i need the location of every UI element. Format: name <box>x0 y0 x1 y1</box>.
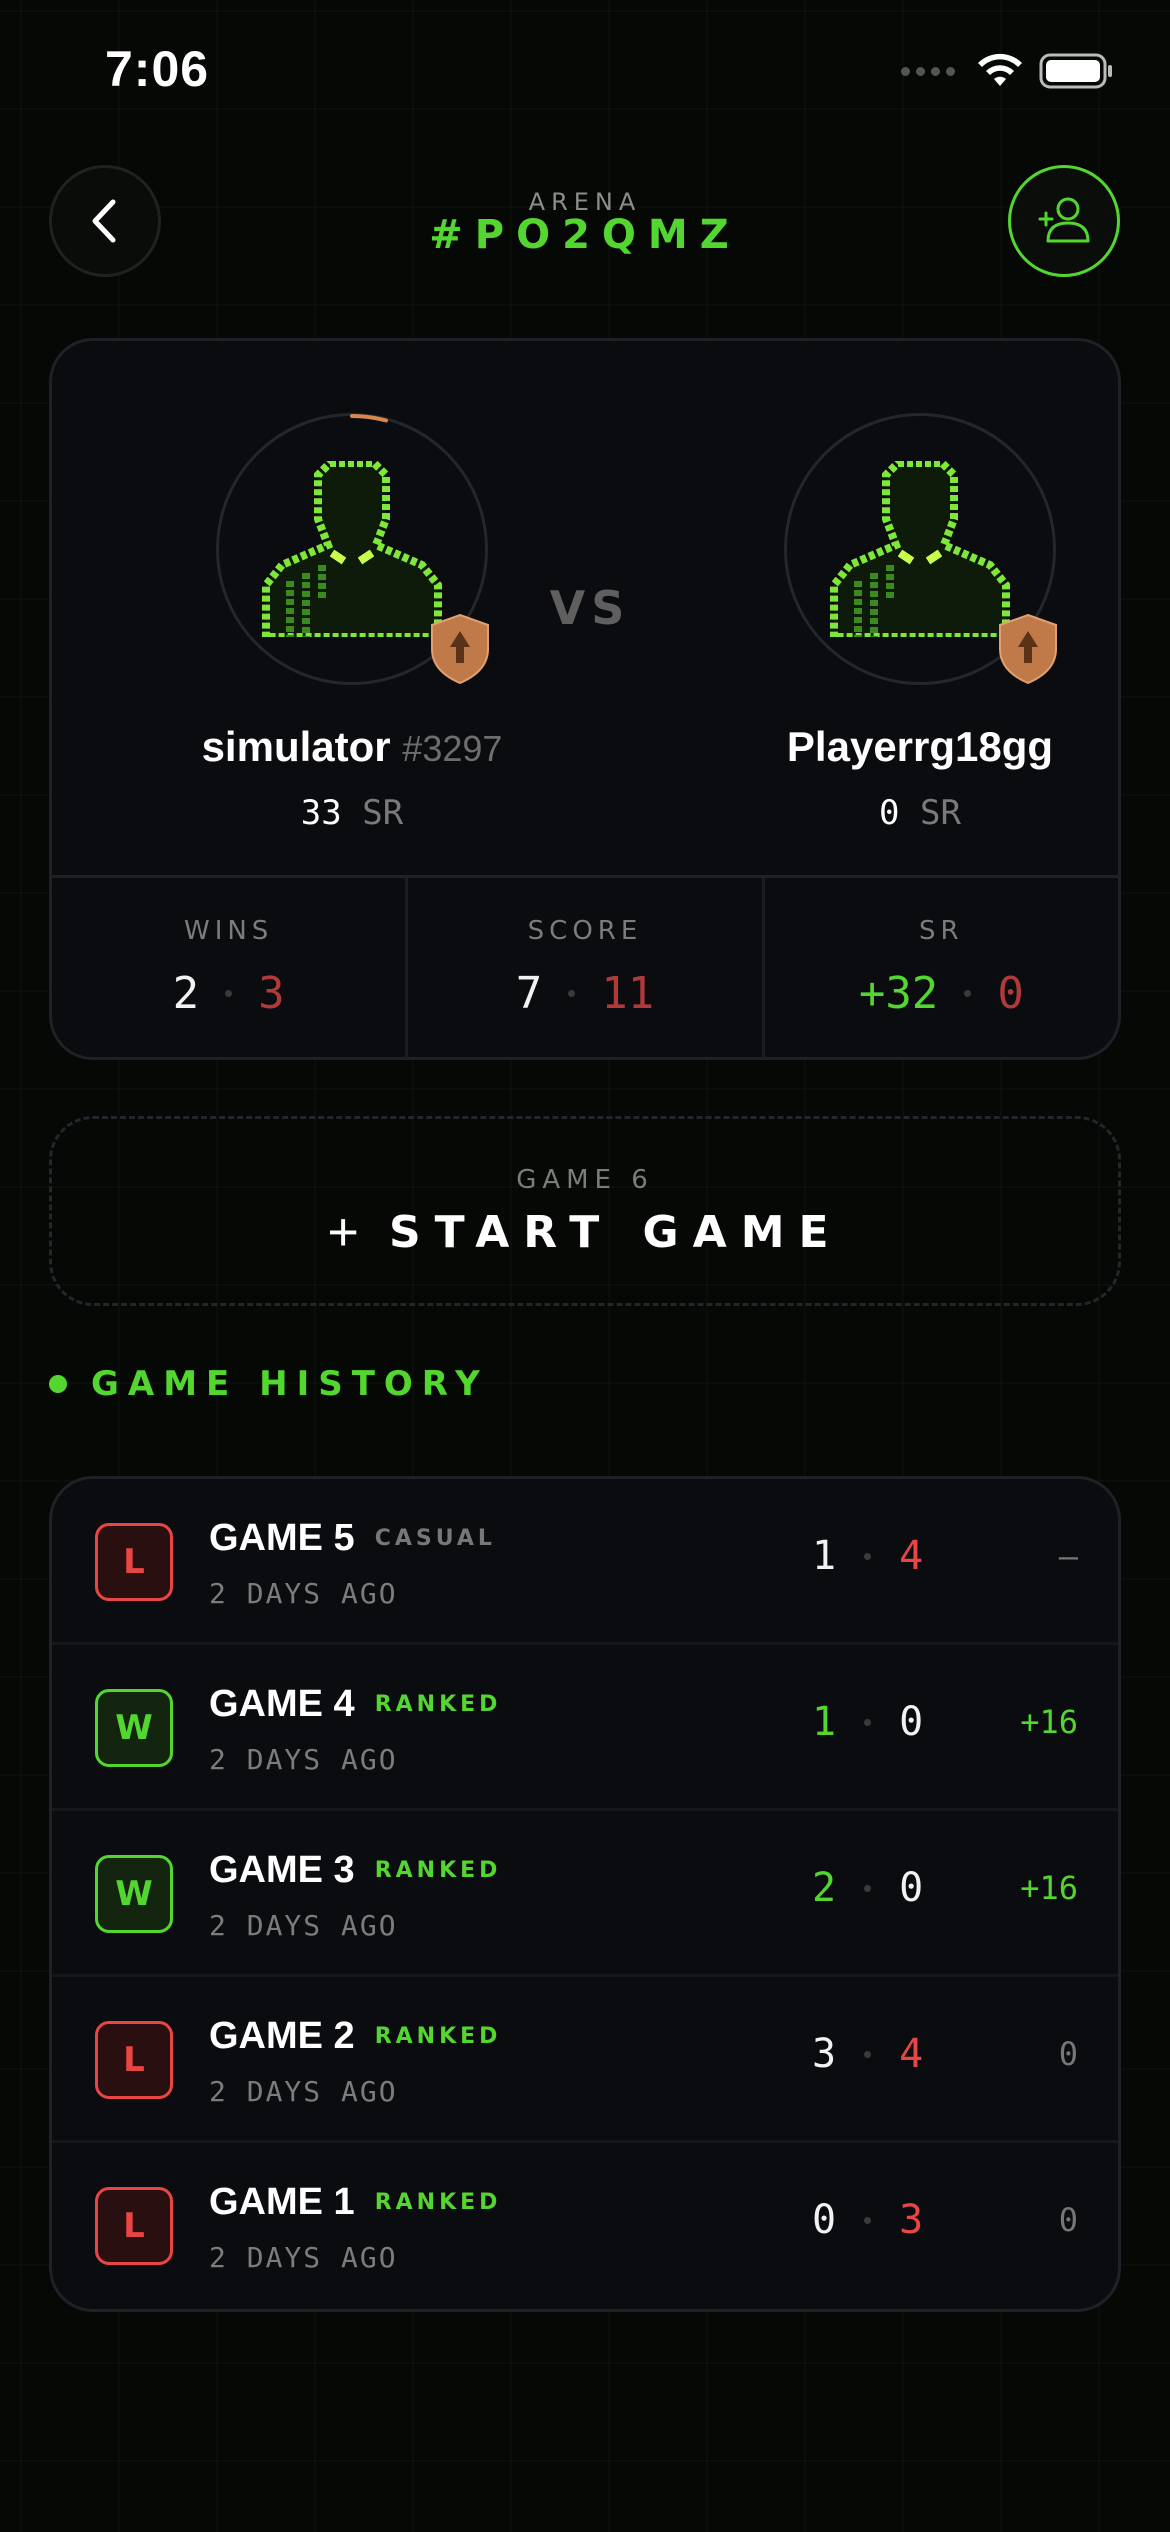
arena-code: #PO2QMZ <box>429 212 741 258</box>
stat-left: 7 <box>515 968 543 1019</box>
score-right: 4 <box>899 2031 924 2077</box>
history-title: GAME HISTORY <box>91 1364 489 1404</box>
history-heading: GAME HISTORY <box>49 1364 489 1404</box>
rank-badge-icon <box>999 613 1057 685</box>
game-time: 2 DAYS AGO <box>209 1577 398 1610</box>
cellular-signal-icon <box>901 66 955 76</box>
result-badge: W <box>95 1855 173 1933</box>
player-tag: #3297 <box>402 728 503 769</box>
player-two[interactable]: Playerrg18gg 0 SR <box>710 341 1118 833</box>
start-game-button[interactable]: GAME 6 + START GAME <box>49 1116 1121 1306</box>
plus-icon: + <box>327 1202 359 1262</box>
game-time: 2 DAYS AGO <box>209 1909 398 1942</box>
rank-badge-icon <box>431 613 489 685</box>
history-list: L GAME 5 CASUAL 2 DAYS AGO 1 4 — W GAME … <box>49 1476 1121 2312</box>
result-badge: L <box>95 2021 173 2099</box>
sr-delta: 0 <box>1058 2201 1078 2239</box>
score-right: 0 <box>899 1865 924 1911</box>
history-row[interactable]: W GAME 3 RANKED 2 DAYS AGO 2 0 +16 <box>52 1811 1118 1977</box>
score-left: 1 <box>812 1699 837 1745</box>
stat-right: 11 <box>601 968 655 1019</box>
avatar <box>784 413 1057 685</box>
next-game-number: GAME 6 <box>516 1165 654 1195</box>
sr-delta: — <box>1058 1537 1078 1575</box>
game-mode: CASUAL <box>374 1526 496 1551</box>
game-name: GAME 2 <box>209 2015 355 2057</box>
game-name: GAME 4 <box>209 1683 355 1725</box>
add-player-button[interactable] <box>1008 165 1120 277</box>
game-mode: RANKED <box>374 2024 502 2049</box>
match-stats: WINS 2 3 SCORE 7 11 SR +32 0 <box>52 875 1118 1057</box>
sr-delta: +16 <box>1020 1703 1078 1741</box>
history-row[interactable]: L GAME 1 RANKED 2 DAYS AGO 0 3 0 <box>52 2143 1118 2309</box>
stat-label: SR <box>919 916 964 946</box>
stat-label: SCORE <box>527 916 643 946</box>
vs-label: VS <box>549 581 631 635</box>
user-plus-icon <box>1038 197 1090 243</box>
result-badge: L <box>95 2187 173 2265</box>
battery-icon <box>1039 53 1112 89</box>
game-time: 2 DAYS AGO <box>209 2075 398 2108</box>
pixel-avatar-icon <box>830 461 1010 637</box>
score-right: 0 <box>899 1699 924 1745</box>
stat-score: SCORE 7 11 <box>408 878 765 1057</box>
score-right: 3 <box>899 2197 924 2243</box>
status-bar: 7:06 <box>0 0 1170 150</box>
stat-left: +32 <box>858 968 939 1019</box>
score-left: 0 <box>812 2197 837 2243</box>
history-row[interactable]: W GAME 4 RANKED 2 DAYS AGO 1 0 +16 <box>52 1645 1118 1811</box>
player-sr: 0 SR <box>879 793 961 833</box>
score-left: 3 <box>812 2031 837 2077</box>
stat-sr: SR +32 0 <box>765 878 1118 1057</box>
game-mode: RANKED <box>374 1692 502 1717</box>
history-row[interactable]: L GAME 5 CASUAL 2 DAYS AGO 1 4 — <box>52 1479 1118 1645</box>
player-one[interactable]: simulator #3297 33 SR <box>142 341 562 833</box>
score-left: 1 <box>812 1533 837 1579</box>
status-icons <box>901 52 1115 90</box>
wifi-icon <box>978 53 1022 86</box>
game-mode: RANKED <box>374 2190 502 2215</box>
match-card: simulator #3297 33 SR VS Playerrg18gg 0 <box>49 338 1121 1060</box>
result-badge: L <box>95 1523 173 1601</box>
history-row[interactable]: L GAME 2 RANKED 2 DAYS AGO 3 4 0 <box>52 1977 1118 2143</box>
status-time: 7:06 <box>105 41 210 97</box>
game-time: 2 DAYS AGO <box>209 2241 398 2274</box>
sr-delta: +16 <box>1020 1869 1078 1907</box>
game-mode: RANKED <box>374 1858 502 1883</box>
sr-delta: 0 <box>1058 2035 1078 2073</box>
stat-right: 3 <box>258 968 285 1019</box>
pixel-avatar-icon <box>262 461 442 637</box>
game-time: 2 DAYS AGO <box>209 1743 398 1776</box>
game-name: GAME 1 <box>209 2181 355 2223</box>
score-left: 2 <box>812 1865 837 1911</box>
player-name: Playerrg18gg <box>786 723 1054 770</box>
start-game-label: START GAME <box>388 1206 843 1258</box>
game-name: GAME 5 <box>209 1517 355 1559</box>
result-badge: W <box>95 1689 173 1767</box>
player-name: simulator #3297 <box>201 723 503 770</box>
avatar <box>216 413 489 685</box>
stat-right: 0 <box>997 968 1024 1019</box>
game-name: GAME 3 <box>209 1849 355 1891</box>
score-right: 4 <box>899 1533 924 1579</box>
stat-left: 2 <box>172 968 200 1019</box>
player-sr: 33 SR <box>300 793 404 833</box>
status-dot-icon <box>49 1375 67 1393</box>
stat-label: WINS <box>183 916 274 946</box>
stat-wins: WINS 2 3 <box>52 878 409 1057</box>
